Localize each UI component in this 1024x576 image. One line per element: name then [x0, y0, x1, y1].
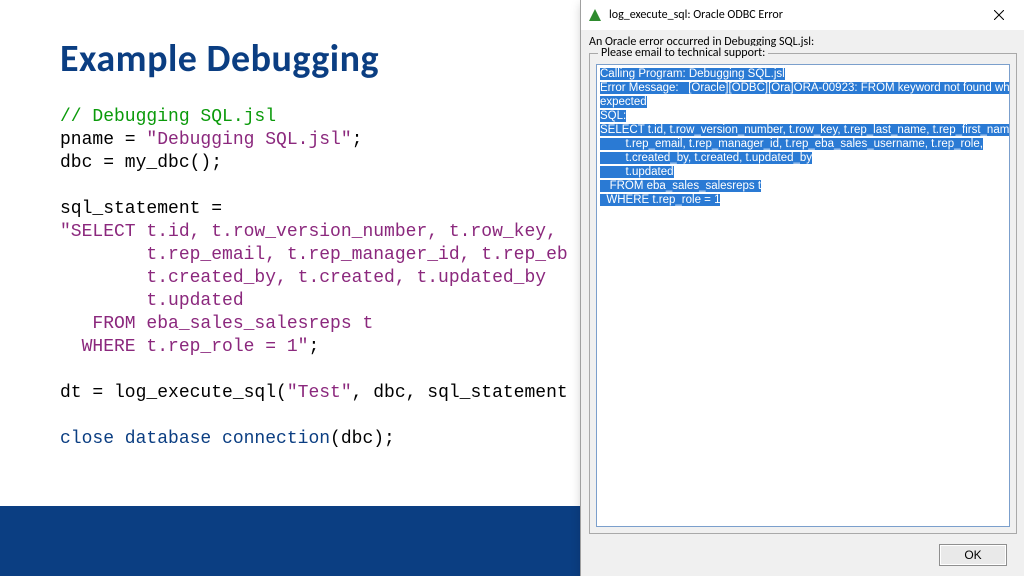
close-button[interactable]	[979, 0, 1019, 30]
code-comment: // Debugging SQL.jsl	[60, 107, 276, 127]
error-line: SELECT t.id, t.row_version_number, t.row…	[600, 124, 1010, 136]
dialog-button-row: OK	[589, 540, 1017, 576]
code-keyword: close database connection	[60, 429, 330, 449]
support-groupbox: Please email to technical support: Calli…	[589, 53, 1017, 534]
slide-title: Example Debugging	[60, 36, 379, 82]
error-text-pane[interactable]: Calling Program: Debugging SQL.jsl Error…	[596, 64, 1010, 527]
groupbox-legend: Please email to technical support:	[598, 46, 768, 60]
error-dialog: log_execute_sql: Oracle ODBC Error An Or…	[580, 0, 1024, 576]
dialog-body: An Oracle error occurred in Debugging SQ…	[581, 30, 1024, 576]
code-string: t.updated	[60, 291, 244, 311]
dialog-title: log_execute_sql: Oracle ODBC Error	[609, 8, 783, 22]
code-line: dt = log_execute_sql(	[60, 383, 287, 403]
code-line: pname =	[60, 130, 146, 150]
close-icon	[994, 10, 1004, 20]
error-line: t.created_by, t.created, t.updated_by	[600, 152, 812, 164]
error-line: Calling Program: Debugging SQL.jsl	[600, 68, 785, 80]
jmp-icon	[587, 7, 603, 23]
code-text: ;	[308, 337, 319, 357]
error-line: t.rep_email, t.rep_manager_id, t.rep_eba…	[600, 138, 983, 150]
error-line: expected	[600, 96, 647, 108]
error-line: FROM eba_sales_salesreps t	[600, 180, 761, 192]
error-line: SQL:	[600, 110, 626, 122]
dialog-titlebar[interactable]: log_execute_sql: Oracle ODBC Error	[581, 0, 1024, 30]
code-string: "SELECT t.id, t.row_version_number, t.ro…	[60, 222, 557, 242]
code-text: (dbc);	[330, 429, 395, 449]
code-string: "Test"	[287, 383, 352, 403]
code-line: sql_statement =	[60, 199, 222, 219]
code-text: , dbc, sql_statement	[352, 383, 568, 403]
code-string: t.rep_email, t.rep_manager_id, t.rep_eb	[60, 245, 568, 265]
code-string: t.created_by, t.created, t.updated_by	[60, 268, 546, 288]
ok-button[interactable]: OK	[939, 544, 1007, 566]
error-line: Error Message: [Oracle][ODBC][Ora]ORA-00…	[600, 82, 1010, 94]
code-text: ;	[352, 130, 363, 150]
error-line: t.updated	[600, 166, 674, 178]
code-block: // Debugging SQL.jsl pname = "Debugging …	[60, 106, 580, 451]
error-line: WHERE t.rep_role = 1	[600, 194, 720, 206]
code-string: FROM eba_sales_salesreps t	[60, 314, 373, 334]
code-string: "Debugging SQL.jsl"	[146, 130, 351, 150]
code-line: dbc = my_dbc();	[60, 153, 222, 173]
app-icon	[587, 7, 603, 23]
code-string: WHERE t.rep_role = 1"	[60, 337, 308, 357]
